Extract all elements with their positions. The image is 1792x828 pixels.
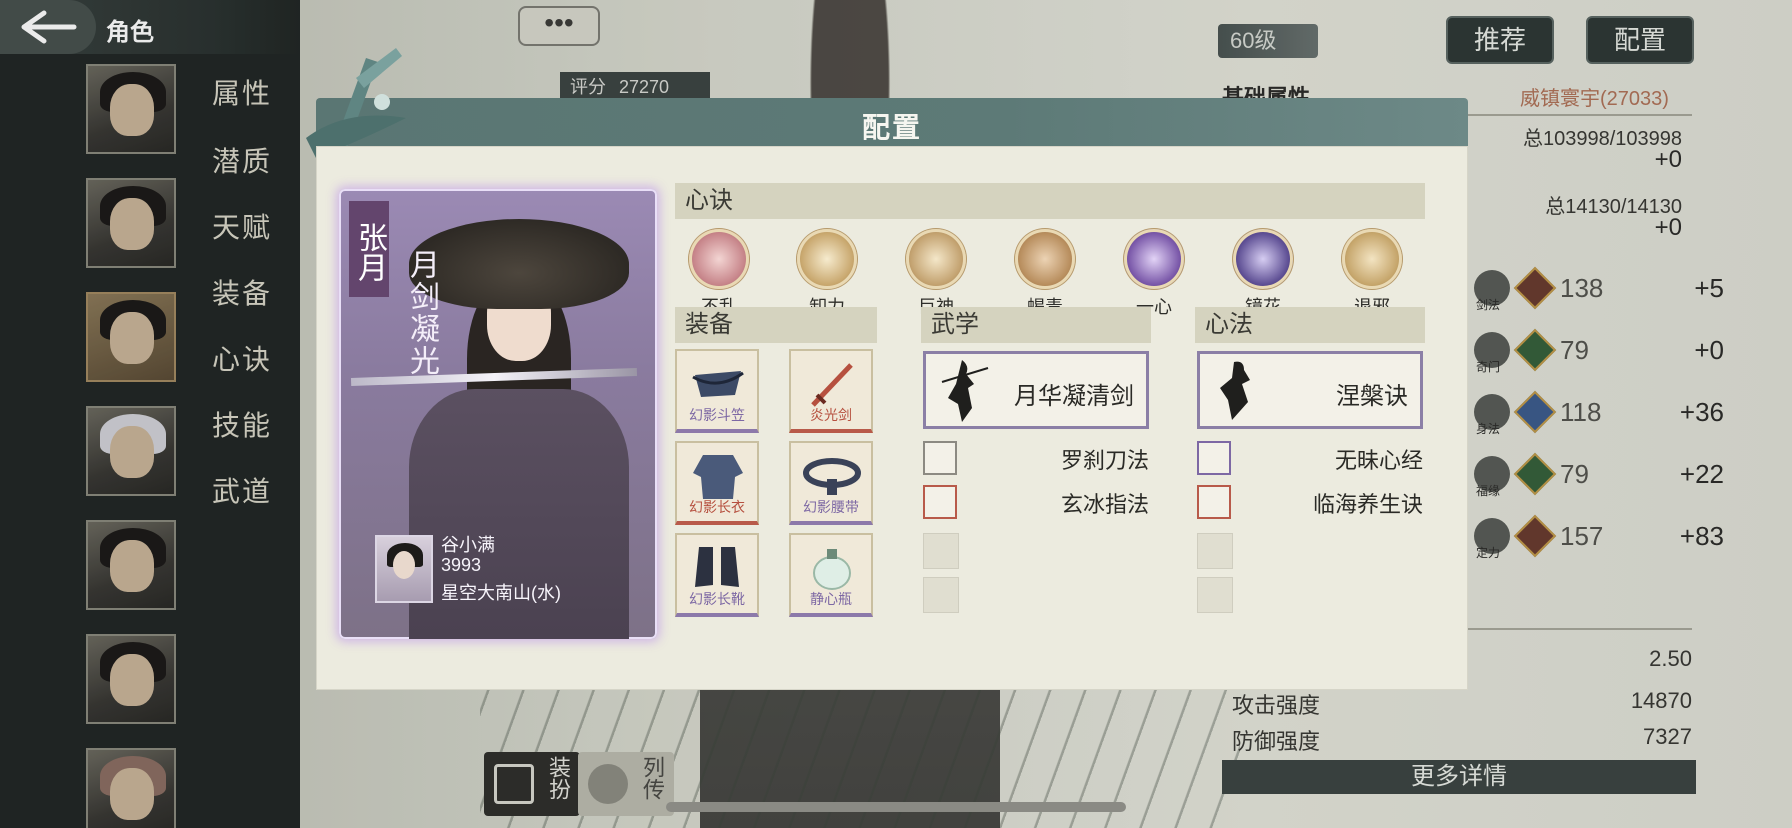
empty-skill-slot[interactable] xyxy=(1197,577,1233,613)
equip-name: 幻影长衣 xyxy=(689,499,745,515)
sword-icon xyxy=(811,363,853,407)
empty-skill-slot[interactable] xyxy=(923,577,959,613)
equip-name: 炎光剑 xyxy=(810,407,852,423)
owner-id: 3993 xyxy=(441,555,482,575)
equip-name: 幻影斗笠 xyxy=(689,407,745,423)
home-indicator[interactable] xyxy=(666,802,1126,812)
meditating-figure-icon xyxy=(1220,361,1250,420)
empty-skill-slot[interactable] xyxy=(923,533,959,569)
tuixie-icon xyxy=(1342,229,1402,289)
xinjue-slot[interactable]: 不乱 xyxy=(679,229,759,319)
xinjue-slot[interactable]: 退邪 xyxy=(1332,229,1412,319)
xinjue-slot[interactable]: 蝎毒 xyxy=(1005,229,1085,319)
equipment-section-header: 装备 xyxy=(675,307,877,343)
boots-icon xyxy=(695,547,739,587)
skill-name: 玄冰指法 xyxy=(1060,492,1149,517)
xinjue-slot[interactable]: 一心 xyxy=(1114,229,1194,319)
wuxue-main-slot[interactable]: 月华凝清剑 xyxy=(923,351,1149,429)
xinjue-slot[interactable]: 卸力 xyxy=(787,229,867,319)
xinfa-main-slot[interactable]: 涅槃诀 xyxy=(1197,351,1423,429)
xiedu-icon xyxy=(1015,229,1075,289)
xinjue-section-header: 心诀 xyxy=(675,183,1425,219)
character-name: 张月 xyxy=(349,201,389,297)
luosha-icon xyxy=(923,441,957,475)
wuxue-section-header: 武学 xyxy=(921,307,1151,343)
equip-slot-hat[interactable]: 幻影斗笠 xyxy=(675,349,759,433)
swordsman-silhouette-icon xyxy=(941,360,989,422)
equip-name: 幻影腰带 xyxy=(803,499,859,515)
config-modal: 配置 张月 月剑凝光 谷小满 3993 星空大南山(水) 心诀 不乱 卸力 xyxy=(306,48,1468,690)
equip-slot-boots[interactable]: 幻影长靴 xyxy=(675,533,759,617)
skill-name: 罗刹刀法 xyxy=(1060,448,1149,473)
wuxue-sub-slot[interactable]: 玄冰指法 xyxy=(923,485,1149,519)
yixin-icon xyxy=(1124,229,1184,289)
wumei-icon xyxy=(1197,441,1231,475)
character-title: 月剑凝光 xyxy=(405,249,438,377)
xinfa-sub-slot[interactable]: 临海养生诀 xyxy=(1197,485,1423,519)
modal-body: 张月 月剑凝光 谷小满 3993 星空大南山(水) 心诀 不乱 卸力 巨神 蝎毒… xyxy=(316,146,1468,690)
skill-name: 无昧心经 xyxy=(1334,448,1423,473)
jinghua-icon xyxy=(1233,229,1293,289)
owner-avatar xyxy=(375,535,433,603)
wuxue-sub-slot[interactable]: 罗刹刀法 xyxy=(923,441,1149,475)
character-card: 张月 月剑凝光 谷小满 3993 星空大南山(水) xyxy=(339,189,657,639)
robe-icon xyxy=(693,455,743,499)
equip-slot-accessory[interactable]: 静心瓶 xyxy=(789,533,873,617)
owner-name: 谷小满 xyxy=(441,535,495,555)
equip-slot-robe[interactable]: 幻影长衣 xyxy=(675,441,759,525)
owner-server: 星空大南山(水) xyxy=(441,583,561,603)
skill-name: 涅槃诀 xyxy=(1336,383,1408,410)
linhai-icon xyxy=(1197,485,1231,519)
xinjue-slot[interactable]: 巨神 xyxy=(896,229,976,319)
skill-name: 临海养生诀 xyxy=(1312,492,1423,517)
xieli-icon xyxy=(797,229,857,289)
hat-icon xyxy=(692,371,744,397)
skill-name: 月华凝清剑 xyxy=(1014,383,1134,410)
vase-icon xyxy=(813,549,851,590)
equip-name: 静心瓶 xyxy=(810,591,852,607)
modal-title: 配置 xyxy=(861,112,922,143)
equip-slot-weapon[interactable]: 炎光剑 xyxy=(789,349,873,433)
equip-name: 幻影长靴 xyxy=(689,591,745,607)
empty-skill-slot[interactable] xyxy=(1197,533,1233,569)
xinfa-sub-slot[interactable]: 无昧心经 xyxy=(1197,441,1423,475)
jushen-icon xyxy=(906,229,966,289)
xinfa-section-header: 心法 xyxy=(1195,307,1425,343)
belt-icon xyxy=(803,458,861,495)
equip-slot-belt[interactable]: 幻影腰带 xyxy=(789,441,873,525)
xuanbing-icon xyxy=(923,485,957,519)
xinjue-slot[interactable]: 镜花 xyxy=(1223,229,1303,319)
buluan-icon xyxy=(689,229,749,289)
